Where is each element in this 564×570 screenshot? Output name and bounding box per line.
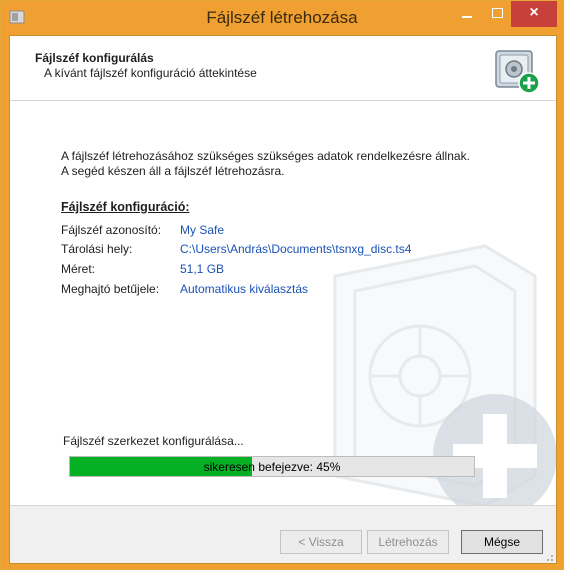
config-section-title: Fájlszéf konfiguráció: <box>61 200 190 214</box>
config-value-id: My Safe <box>180 223 225 237</box>
wizard-body: Fájlszéf konfigurálás A kívánt fájlszéf … <box>9 35 557 564</box>
intro-line-2: A segéd készen áll a fájlszéf létrehozás… <box>61 164 285 178</box>
close-icon: × <box>529 4 539 21</box>
config-value-drive: Automatikus kiválasztás <box>180 282 309 296</box>
minimize-button[interactable] <box>453 1 481 27</box>
wizard-header: Fájlszéf konfigurálás A kívánt fájlszéf … <box>10 36 556 101</box>
wizard-window: Fájlszéf létrehozása × Fájlszéf konfigur… <box>0 0 564 570</box>
header-title: Fájlszéf konfigurálás <box>35 51 154 65</box>
intro-text: A fájlszéf létrehozásához szükséges szük… <box>61 149 521 179</box>
close-button[interactable]: × <box>511 1 557 27</box>
config-value-location: C:\Users\András\Documents\tsnxg_disc.ts4 <box>180 242 412 256</box>
config-label-location: Tárolási hely: <box>61 242 133 256</box>
wizard-footer: < Vissza Létrehozás Mégse <box>10 505 556 563</box>
title-bar[interactable]: Fájlszéf létrehozása × <box>1 1 563 35</box>
progress-label: Fájlszéf szerkezet konfigurálása... <box>63 434 244 448</box>
progress-bar: sikeresen befejezve: 45% <box>69 456 475 477</box>
safe-add-icon <box>495 50 540 94</box>
back-button[interactable]: < Vissza <box>280 530 362 554</box>
config-value-size: 51,1 GB <box>180 262 225 276</box>
progress-text: sikeresen befejezve: 45% <box>203 460 341 474</box>
maximize-button[interactable] <box>483 1 511 27</box>
intro-line-1: A fájlszéf létrehozásához szükséges szük… <box>61 149 470 163</box>
header-subtitle: A kívánt fájlszéf konfiguráció áttekinté… <box>44 66 257 80</box>
config-label-id: Fájlszéf azonosító: <box>61 223 162 237</box>
cancel-button[interactable]: Mégse <box>461 530 543 554</box>
config-label-size: Méret: <box>61 262 96 276</box>
create-button[interactable]: Létrehozás <box>367 530 449 554</box>
config-label-drive: Meghajtó betűjele: <box>61 282 160 296</box>
resize-grip-icon[interactable] <box>544 552 554 562</box>
